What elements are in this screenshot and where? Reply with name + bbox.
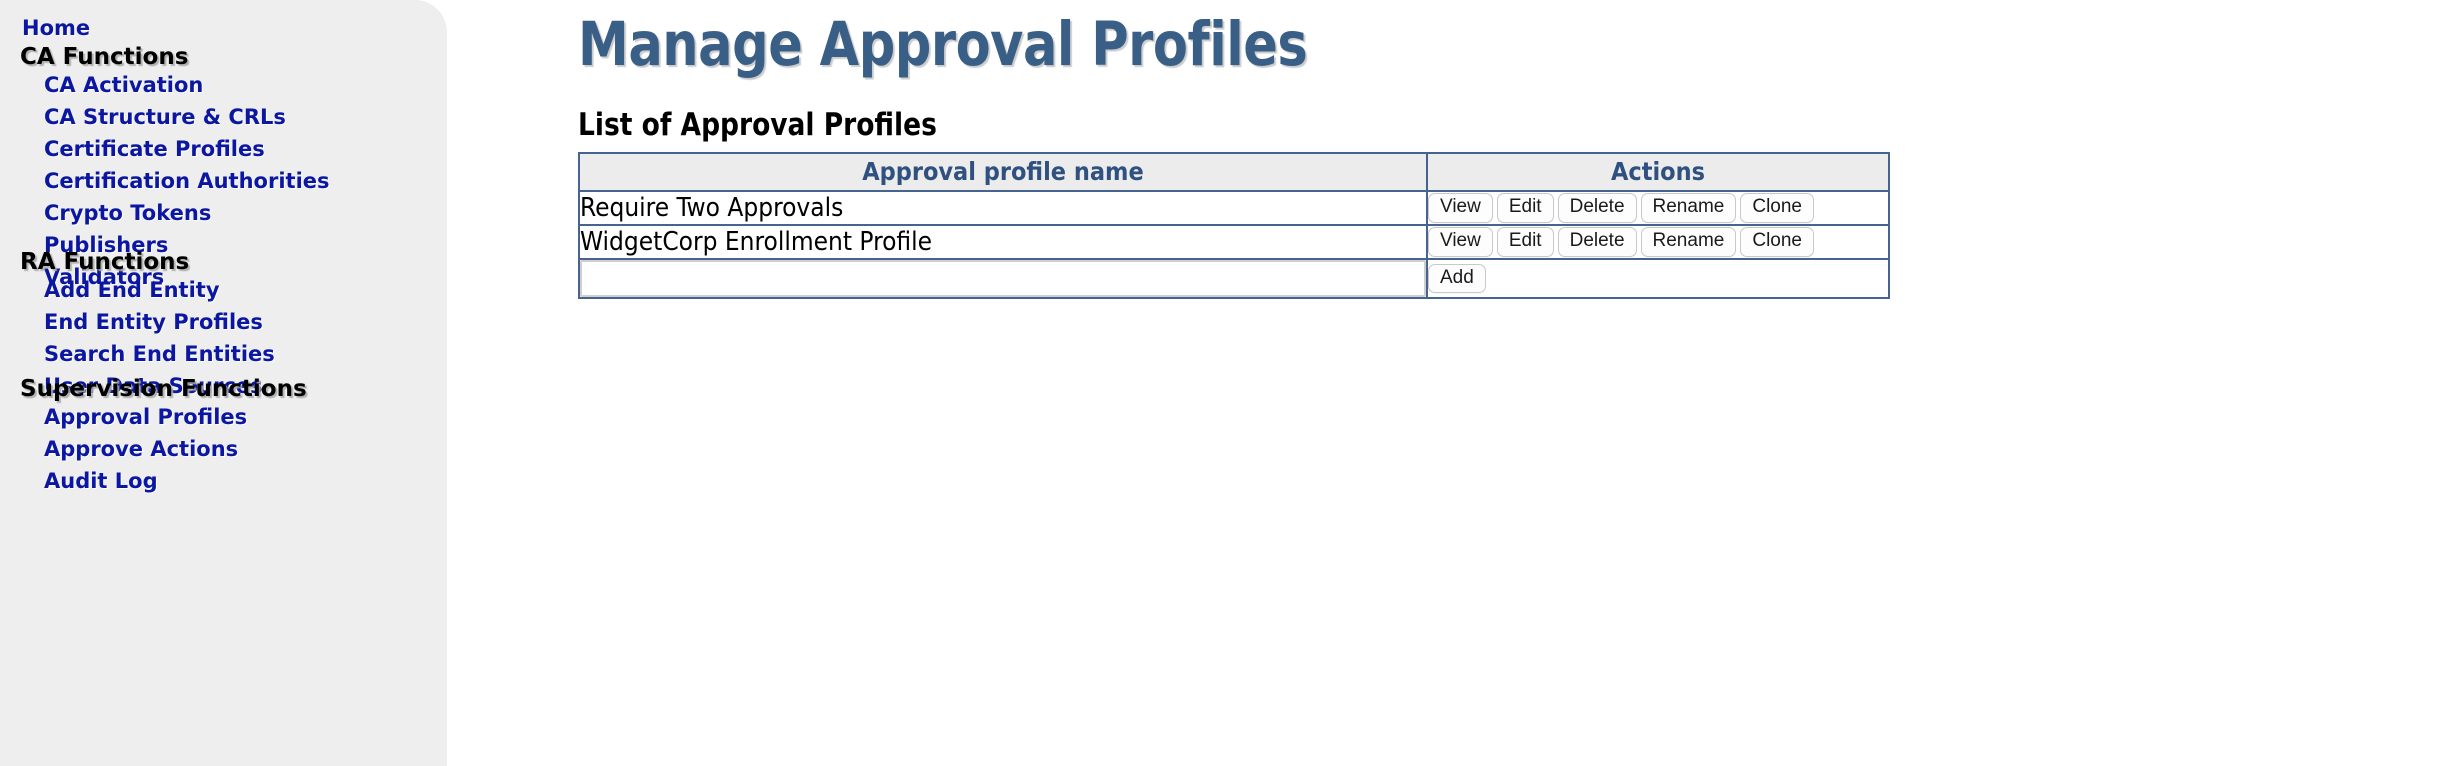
sidebar-item-approval-profiles[interactable]: Approval Profiles	[44, 401, 447, 433]
main-content: Manage Approval Profiles List of Approva…	[447, 0, 2450, 766]
table-head: Approval profile name Actions	[578, 152, 1890, 192]
new-profile-name-input[interactable]	[580, 260, 1426, 297]
sidebar-link-home[interactable]: Home	[22, 18, 90, 39]
list-item: CA Structure & CRLs	[0, 101, 447, 133]
edit-button[interactable]: Edit	[1496, 193, 1554, 223]
sidebar-group-supervision-functions: Supervision Functions Approval Profiles Ap…	[0, 378, 447, 497]
list-item: End Entity Profiles	[0, 306, 447, 338]
table-row: Require Two Approvals View Edit Delete Renam…	[578, 190, 1890, 226]
column-header-actions: Actions	[1426, 152, 1890, 192]
cell-actions: View Edit Delete Rename Clone	[1426, 224, 1890, 260]
sidebar-item-search-end-entities[interactable]: Search End Entities	[44, 338, 447, 370]
sidebar-item-crypto-tokens[interactable]: Crypto Tokens	[44, 197, 447, 229]
list-item: Audit Log	[0, 465, 447, 497]
list-item: Search End Entities	[0, 338, 447, 370]
view-button[interactable]: View	[1428, 193, 1493, 223]
table-header-row: Approval profile name Actions	[578, 152, 1890, 192]
table-add-row: Add	[578, 258, 1890, 299]
cell-add-action: Add	[1426, 258, 1890, 299]
clone-button[interactable]: Clone	[1740, 227, 1814, 257]
rename-button[interactable]: Rename	[1640, 193, 1737, 223]
sidebar-group-title: RA Functions	[20, 249, 190, 275]
sidebar-item-certificate-profiles[interactable]: Certificate Profiles	[44, 133, 447, 165]
cell-profile-name: WidgetCorp Enrollment Profile	[578, 224, 1428, 260]
list-item: Certification Authorities	[0, 165, 447, 197]
cell-profile-name: Require Two Approvals	[578, 190, 1428, 226]
list-item: Approve Actions	[0, 433, 447, 465]
sidebar-item-approve-actions[interactable]: Approve Actions	[44, 433, 447, 465]
sidebar-item-audit-log[interactable]: Audit Log	[44, 465, 447, 497]
table-body: Require Two Approvals View Edit Delete Renam…	[578, 190, 1890, 299]
sidebar-item-ca-activation[interactable]: CA Activation	[44, 69, 447, 101]
page-title: Manage Approval Profiles	[578, 9, 1308, 80]
delete-button[interactable]: Delete	[1557, 193, 1637, 223]
sidebar-group-title: Supervision Functions	[20, 376, 307, 402]
view-button[interactable]: View	[1428, 227, 1493, 257]
list-item: CA Activation	[0, 69, 447, 101]
sidebar-group-items: Approval Profiles Approve Actions Audit Lo…	[0, 401, 447, 497]
cell-actions: View Edit Delete Rename Clone	[1426, 190, 1890, 226]
edit-button[interactable]: Edit	[1496, 227, 1554, 257]
column-header-profile-name: Approval profile name	[578, 152, 1428, 192]
table-row: WidgetCorp Enrollment Profile View Edit Del…	[578, 224, 1890, 260]
list-item: Add End Entity	[0, 274, 447, 306]
section-title: List of Approval Profiles	[578, 107, 937, 143]
sidebar-item-add-end-entity[interactable]: Add End Entity	[44, 274, 447, 306]
list-item: Crypto Tokens	[0, 197, 447, 229]
sidebar-item-ca-structure-crls[interactable]: CA Structure & CRLs	[44, 101, 447, 133]
sidebar-group-title: CA Functions	[20, 44, 189, 70]
sidebar-item-certification-authorities[interactable]: Certification Authorities	[44, 165, 447, 197]
delete-button[interactable]: Delete	[1557, 227, 1637, 257]
clone-button[interactable]: Clone	[1740, 193, 1814, 223]
list-item: Approval Profiles	[0, 401, 447, 433]
rename-button[interactable]: Rename	[1640, 227, 1737, 257]
sidebar: Home CA Functions CA Activation CA Structu…	[0, 0, 447, 766]
sidebar-item-end-entity-profiles[interactable]: End Entity Profiles	[44, 306, 447, 338]
list-item: Certificate Profiles	[0, 133, 447, 165]
approval-profiles-table: Approval profile name Actions Require Tw…	[578, 152, 1890, 299]
cell-new-profile-name	[578, 258, 1428, 299]
add-button[interactable]: Add	[1428, 263, 1486, 294]
